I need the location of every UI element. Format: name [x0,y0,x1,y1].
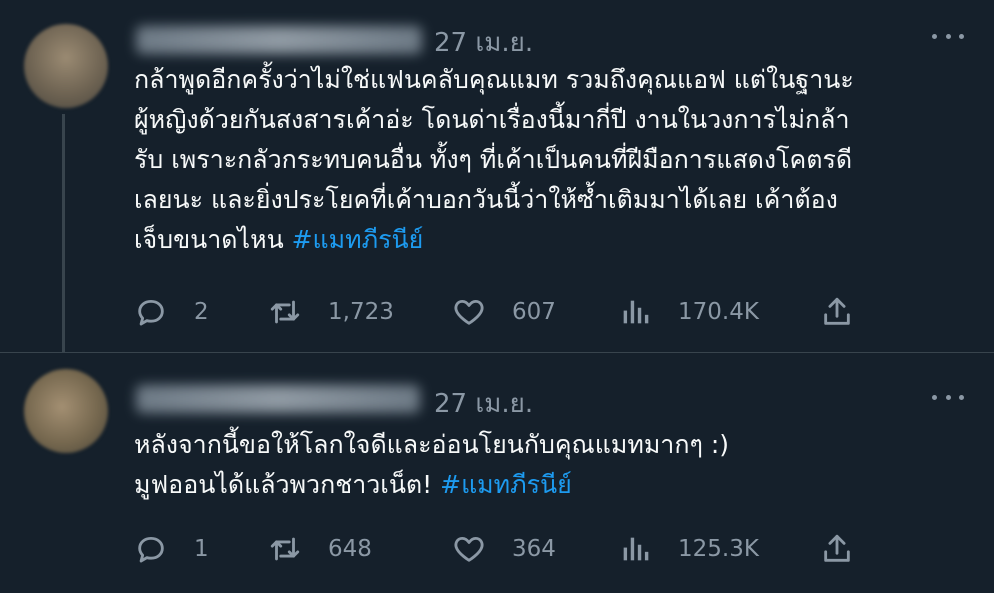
reply-icon [138,536,164,563]
tweet-text-line: รับ เพราะกลัวกระทบคนอื่น ทั้งๆ ที่เค้าเป… [134,145,853,174]
tweet-text-line: หลังจากนี้ขอให้โลกใจดีและอ่อนโยนกับคุณแม… [134,430,730,459]
retweet-count: 1,723 [328,299,394,325]
share-button[interactable] [820,292,854,332]
tweet-text-line: มูฟออนได้แล้วพวกชาวเน็ต! #แมทภีรนีย์ [134,465,974,505]
retweet-button[interactable]: 648 [268,529,372,569]
views-button[interactable]: 170.4K [618,292,759,332]
tweet-text-line: เจ็บขนาดไหน #แมทภีรนีย์ [134,220,974,260]
like-count: 607 [512,299,556,325]
tweet-text-fragment: มูฟออนได้แล้วพวกชาวเน็ต! [134,470,441,499]
reply-button[interactable]: 2 [134,292,209,332]
avatar[interactable] [24,24,108,108]
tweet-text-line: กล้าพูดอีกครั้งว่าไม่ใช่แฟนคลับคุณแมท รว… [134,65,854,94]
reply-count: 1 [194,536,209,562]
tweet-text-fragment: เจ็บขนาดไหน [134,225,292,254]
reply-count: 2 [194,299,209,325]
tweet-date[interactable]: 27 เม.ย. [434,22,533,63]
reply-icon [138,299,164,326]
avatar[interactable] [24,369,108,453]
like-button[interactable]: 364 [452,529,556,569]
more-icon[interactable] [932,387,964,407]
share-button[interactable] [820,529,854,569]
tweet-date[interactable]: 27 เม.ย. [434,383,533,424]
reply-button[interactable]: 1 [134,529,209,569]
share-icon [824,297,850,325]
views-icon [623,537,649,561]
retweet-count: 648 [328,536,372,562]
more-icon[interactable] [932,26,964,46]
hashtag-link[interactable]: #แมทภีรนีย์ [292,225,424,254]
retweet-icon [270,300,300,324]
share-icon [824,534,850,562]
tweet-text: หลังจากนี้ขอให้โลกใจดีและอ่อนโยนกับคุณแม… [134,425,974,505]
like-icon [454,299,484,325]
views-count: 170.4K [678,299,759,325]
tweet-actions: 1 648 364 125.3K [130,529,870,569]
author-name-blurred[interactable] [136,26,422,54]
hashtag-link[interactable]: #แมทภีรนีย์ [440,470,572,499]
like-icon [454,536,484,562]
like-count: 364 [512,536,556,562]
tweet[interactable]: 27 เม.ย. หลังจากนี้ขอให้โลกใจดีและอ่อนโย… [0,352,994,593]
tweet-actions: 2 1,723 607 170.4K [130,292,870,332]
tweet-text-line: ผู้หญิงด้วยกันสงสารเค้าอ่ะ โดนด่าเรื่องน… [134,105,850,134]
retweet-icon [270,537,300,561]
views-button[interactable]: 125.3K [618,529,759,569]
like-button[interactable]: 607 [452,292,556,332]
author-name-blurred[interactable] [136,385,420,413]
thread-line [62,114,65,352]
tweet[interactable]: 27 เม.ย. กล้าพูดอีกครั้งว่าไม่ใช่แฟนคลับ… [0,0,994,352]
views-count: 125.3K [678,536,759,562]
views-icon [623,300,649,324]
tweet-text-line: เลยนะ และยิ่งประโยคที่เค้าบอกวันนี้ว่าให… [134,185,838,214]
retweet-button[interactable]: 1,723 [268,292,394,332]
tweet-text: กล้าพูดอีกครั้งว่าไม่ใช่แฟนคลับคุณแมท รว… [134,60,974,260]
